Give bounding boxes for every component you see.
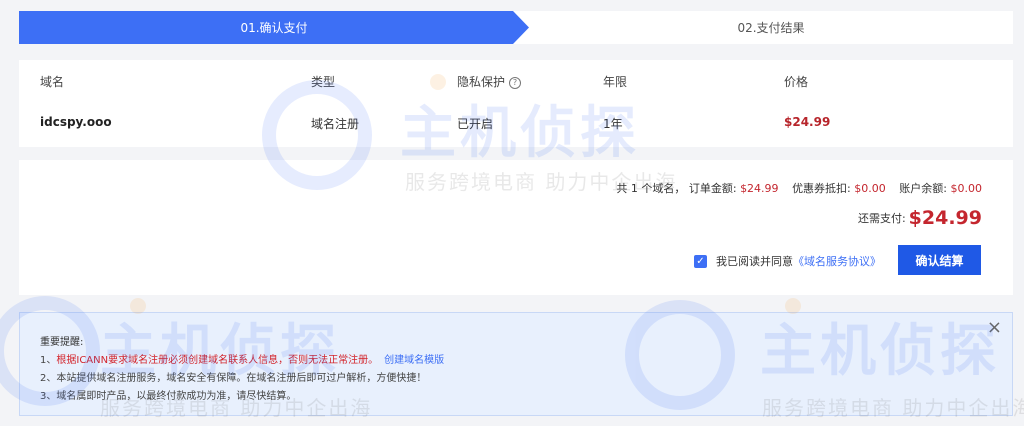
amount-due-label: 还需支付: bbox=[857, 212, 906, 225]
summary-amounts: 共 1 个域名， 订单金额: $24.99 优惠券抵扣: $0.00 账户余额:… bbox=[616, 180, 982, 196]
progress-steps: 01.确认支付 02.支付结果 bbox=[19, 11, 1013, 44]
confirm-checkout-button[interactable]: 确认结算 bbox=[898, 245, 981, 275]
balance-value: $0.00 bbox=[950, 182, 983, 195]
row-privacy: 已开启 bbox=[457, 117, 494, 131]
balance-label: 账户余额: bbox=[899, 182, 947, 195]
step-confirm-payment: 01.确认支付 bbox=[19, 11, 529, 44]
header-price: 价格 bbox=[784, 75, 809, 89]
notice-line-1: 1、根据ICANN要求域名注册必须创建域名联系人信息，否则无法正常注册。 创建域名… bbox=[40, 351, 444, 366]
amount-due: 还需支付: $24.99 bbox=[858, 207, 982, 229]
order-summary: 共 1 个域名， 订单金额: $24.99 优惠券抵扣: $0.00 账户余额:… bbox=[19, 160, 1013, 295]
step-confirm-label: 01.确认支付 bbox=[240, 21, 308, 35]
notice-line-1-prefix: 1、 bbox=[40, 355, 57, 366]
step-result-label: 02.支付结果 bbox=[737, 21, 805, 35]
close-icon[interactable]: × bbox=[987, 319, 1002, 337]
header-domain: 域名 bbox=[40, 75, 65, 89]
coupon-label: 优惠券抵扣: bbox=[792, 182, 851, 195]
order-table: 域名 类型 隐私保护? 年限 价格 idcspy.ooo 域名注册 已开启 1年… bbox=[19, 60, 1013, 147]
agreement-row: ✓ 我已阅读并同意 《域名服务协议》 bbox=[694, 253, 881, 269]
row-domain: idcspy.ooo bbox=[40, 115, 112, 129]
notice-line-2: 2、本站提供域名注册服务，域名安全有保障。在域名注册后即可过户解析，方便快捷！ bbox=[40, 373, 427, 384]
coupon-value: $0.00 bbox=[854, 182, 886, 195]
order-amount-label: 订单金额: bbox=[688, 182, 737, 195]
order-amount-value: $24.99 bbox=[740, 182, 779, 195]
row-type: 域名注册 bbox=[311, 117, 360, 131]
notice-line-1-warning: 根据ICANN要求域名注册必须创建域名联系人信息，否则无法正常注册。 bbox=[56, 355, 379, 366]
important-notice: 重要提醒: 1、根据ICANN要求域名注册必须创建域名联系人信息，否则无法正常注… bbox=[19, 312, 1013, 416]
row-price: $24.99 bbox=[784, 115, 831, 129]
header-term: 年限 bbox=[603, 75, 628, 89]
create-template-link[interactable]: 创建域名模版 bbox=[384, 355, 444, 366]
domain-count: 共 1 个域名， bbox=[616, 182, 686, 195]
amount-due-value: $24.99 bbox=[908, 207, 982, 229]
row-term: 1年 bbox=[603, 117, 623, 131]
agree-checkbox[interactable]: ✓ bbox=[694, 254, 707, 268]
notice-title: 重要提醒: bbox=[40, 337, 84, 348]
notice-line-3: 3、域名属即时产品，以最终付款成功为准，请尽快结算。 bbox=[40, 391, 297, 402]
help-icon[interactable]: ? bbox=[509, 77, 522, 89]
header-privacy: 隐私保护? bbox=[457, 73, 522, 90]
service-agreement-link[interactable]: 《域名服务协议》 bbox=[793, 253, 881, 269]
agree-text: 我已阅读并同意 bbox=[716, 255, 793, 268]
header-privacy-label: 隐私保护 bbox=[457, 75, 506, 89]
header-type: 类型 bbox=[311, 75, 336, 89]
step-payment-result: 02.支付结果 bbox=[529, 11, 1013, 44]
